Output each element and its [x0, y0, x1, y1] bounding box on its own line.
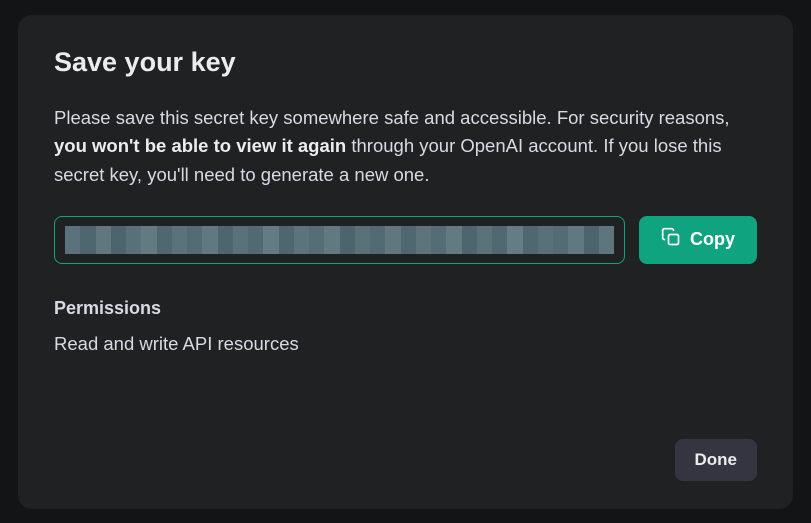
api-key-redacted: [65, 226, 614, 254]
api-key-field[interactable]: [54, 216, 625, 264]
dialog-title: Save your key: [54, 47, 757, 78]
dialog-description: Please save this secret key somewhere sa…: [54, 104, 757, 190]
dialog-footer: Done: [54, 439, 757, 481]
description-text-pre: Please save this secret key somewhere sa…: [54, 107, 730, 128]
done-button[interactable]: Done: [675, 439, 758, 481]
description-text-bold: you won't be able to view it again: [54, 135, 346, 156]
copy-button[interactable]: Copy: [639, 216, 757, 264]
api-key-row: Copy: [54, 216, 757, 264]
permissions-value: Read and write API resources: [54, 333, 757, 355]
save-key-dialog: Save your key Please save this secret ke…: [18, 15, 793, 509]
copy-button-label: Copy: [690, 229, 735, 250]
permissions-heading: Permissions: [54, 298, 757, 319]
copy-icon: [661, 227, 681, 252]
